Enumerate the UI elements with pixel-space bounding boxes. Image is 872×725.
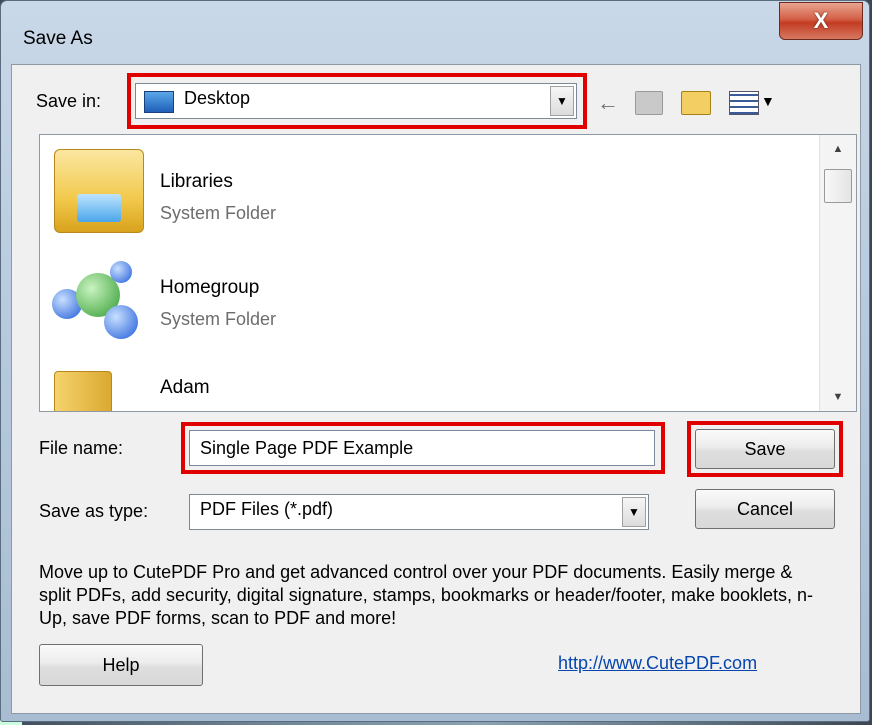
list-item[interactable]: Homegroup System Folder (40, 249, 820, 347)
save-button-highlight (687, 421, 843, 477)
file-name-highlight (181, 422, 665, 474)
view-dropdown-arrow-icon[interactable]: ▼ (761, 93, 775, 109)
save-in-label: Save in: (36, 91, 102, 111)
close-icon: X (813, 8, 829, 33)
file-list[interactable]: Libraries System Folder Homegroup System… (39, 134, 857, 412)
item-type: System Folder (160, 409, 276, 411)
libraries-folder-icon (54, 149, 144, 233)
user-folder-icon (54, 371, 112, 411)
list-item[interactable]: Libraries System Folder (40, 141, 820, 239)
close-button[interactable]: X (779, 2, 863, 40)
list-item[interactable]: Adam System Folder (40, 355, 820, 411)
chevron-down-icon[interactable]: ▼ (622, 497, 646, 527)
item-name: Homegroup (160, 277, 260, 298)
item-type: System Folder (160, 203, 277, 223)
up-folder-icon[interactable] (635, 91, 663, 115)
back-icon[interactable]: ← (597, 90, 619, 116)
save-in-highlight (127, 73, 587, 129)
save-as-dialog: Save As X Save in: Desktop ▼ ← ▼ Librari… (0, 0, 870, 722)
save-as-type-combo[interactable]: PDF Files (*.pdf) ▼ (189, 494, 649, 530)
cancel-button[interactable]: Cancel (695, 489, 835, 529)
scroll-up-icon[interactable]: ▲ (820, 143, 856, 155)
homegroup-icon (52, 261, 148, 341)
file-name-label: File name: (39, 438, 124, 458)
help-button[interactable]: Help (39, 644, 203, 686)
save-as-type-label: Save as type: (39, 501, 149, 521)
window-title: Save As (23, 28, 93, 49)
new-folder-icon[interactable] (681, 91, 711, 115)
scroll-down-icon[interactable]: ▼ (820, 391, 856, 403)
promo-text: Move up to CutePDF Pro and get advanced … (39, 562, 814, 628)
file-list-scrollbar[interactable]: ▲ ▼ (819, 135, 856, 411)
cutepdf-link[interactable]: http://www.CutePDF.com (558, 653, 757, 674)
item-type: System Folder (160, 309, 277, 329)
item-name: Libraries (160, 171, 233, 192)
scroll-thumb[interactable] (824, 169, 852, 203)
item-name: Adam (160, 377, 210, 398)
save-as-type-value: PDF Files (*.pdf) (200, 499, 334, 519)
view-menu-icon[interactable] (729, 91, 759, 115)
